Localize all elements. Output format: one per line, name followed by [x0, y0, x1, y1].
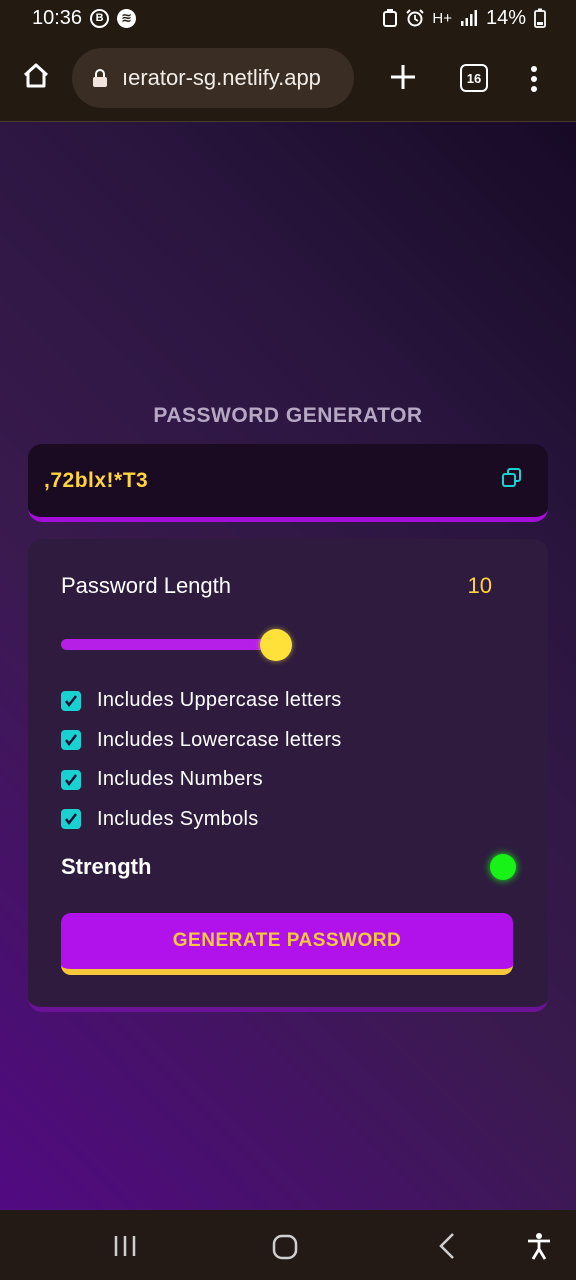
length-label: Password Length [61, 573, 231, 598]
checkbox-symbols[interactable] [61, 809, 81, 830]
b-icon: B [90, 8, 110, 28]
generate-password-button[interactable]: GENERATE PASSWORD [61, 913, 513, 975]
page-title: PASSWORD GENERATOR [153, 404, 423, 427]
check-icon [65, 773, 77, 786]
check-icon [65, 734, 77, 747]
web-page: PASSWORD GENERATOR ,72blx!*T3 Password L… [0, 122, 576, 1210]
checkbox-lowercase[interactable] [61, 730, 81, 751]
back-icon[interactable] [437, 1232, 457, 1260]
battery-saver-icon [383, 9, 398, 27]
url-text: ıerator-sg.netlify.app [122, 65, 321, 90]
option-uppercase[interactable]: Includes Uppercase letters [61, 681, 342, 721]
slider-thumb[interactable] [260, 629, 292, 661]
status-time: 10:36 [32, 6, 83, 29]
option-label: Includes Lowercase letters [97, 728, 342, 751]
strength-label: Strength [61, 854, 152, 879]
options-list: Includes Uppercase letters Includes Lowe… [61, 681, 342, 839]
home-button[interactable] [20, 60, 52, 92]
plus-icon [391, 65, 415, 89]
system-nav-bar [0, 1210, 576, 1280]
battery-percent: 14% [485, 6, 526, 29]
battery-icon [534, 8, 546, 28]
menu-dot-icon [531, 66, 537, 72]
browser-toolbar: ıerator-sg.netlify.app 16 [0, 36, 576, 122]
network-type: H+ [432, 9, 452, 27]
settings-card: Password Length 10 Includes Uppercase le… [28, 539, 548, 1012]
password-display: ,72blx!*T3 [28, 444, 548, 522]
accessibility-icon[interactable] [526, 1232, 552, 1260]
strength-indicator [490, 854, 516, 880]
checkbox-numbers[interactable] [61, 769, 81, 790]
home-icon [23, 63, 49, 88]
lock-icon [93, 69, 107, 87]
length-slider[interactable] [61, 629, 293, 661]
option-symbols[interactable]: Includes Symbols [61, 800, 342, 840]
copy-icon[interactable] [500, 466, 524, 490]
length-value: 10 [467, 573, 492, 598]
check-icon [65, 813, 77, 826]
home-nav-icon[interactable] [272, 1234, 298, 1260]
checkbox-uppercase[interactable] [61, 690, 81, 711]
option-label: Includes Numbers [97, 768, 263, 791]
menu-dot-icon [531, 86, 537, 92]
menu-dot-icon [531, 76, 537, 82]
new-tab-button[interactable] [388, 62, 418, 92]
tab-switcher-button[interactable]: 16 [460, 64, 488, 92]
signal-icon [460, 10, 477, 26]
option-lowercase[interactable]: Includes Lowercase letters [61, 721, 342, 761]
slider-track[interactable] [61, 639, 271, 650]
option-label: Includes Uppercase letters [97, 689, 342, 712]
alarm-icon [406, 9, 425, 27]
address-bar[interactable]: ıerator-sg.netlify.app [72, 48, 354, 108]
option-numbers[interactable]: Includes Numbers [61, 760, 342, 800]
menu-button[interactable] [524, 64, 544, 94]
status-bar: 10:36 B ≋ H+ 14% [0, 0, 576, 36]
spotify-icon: ≋ [117, 8, 137, 28]
option-label: Includes Symbols [97, 807, 259, 830]
check-icon [65, 694, 77, 707]
password-text: ,72blx!*T3 [44, 468, 149, 492]
recents-icon[interactable] [112, 1234, 138, 1258]
